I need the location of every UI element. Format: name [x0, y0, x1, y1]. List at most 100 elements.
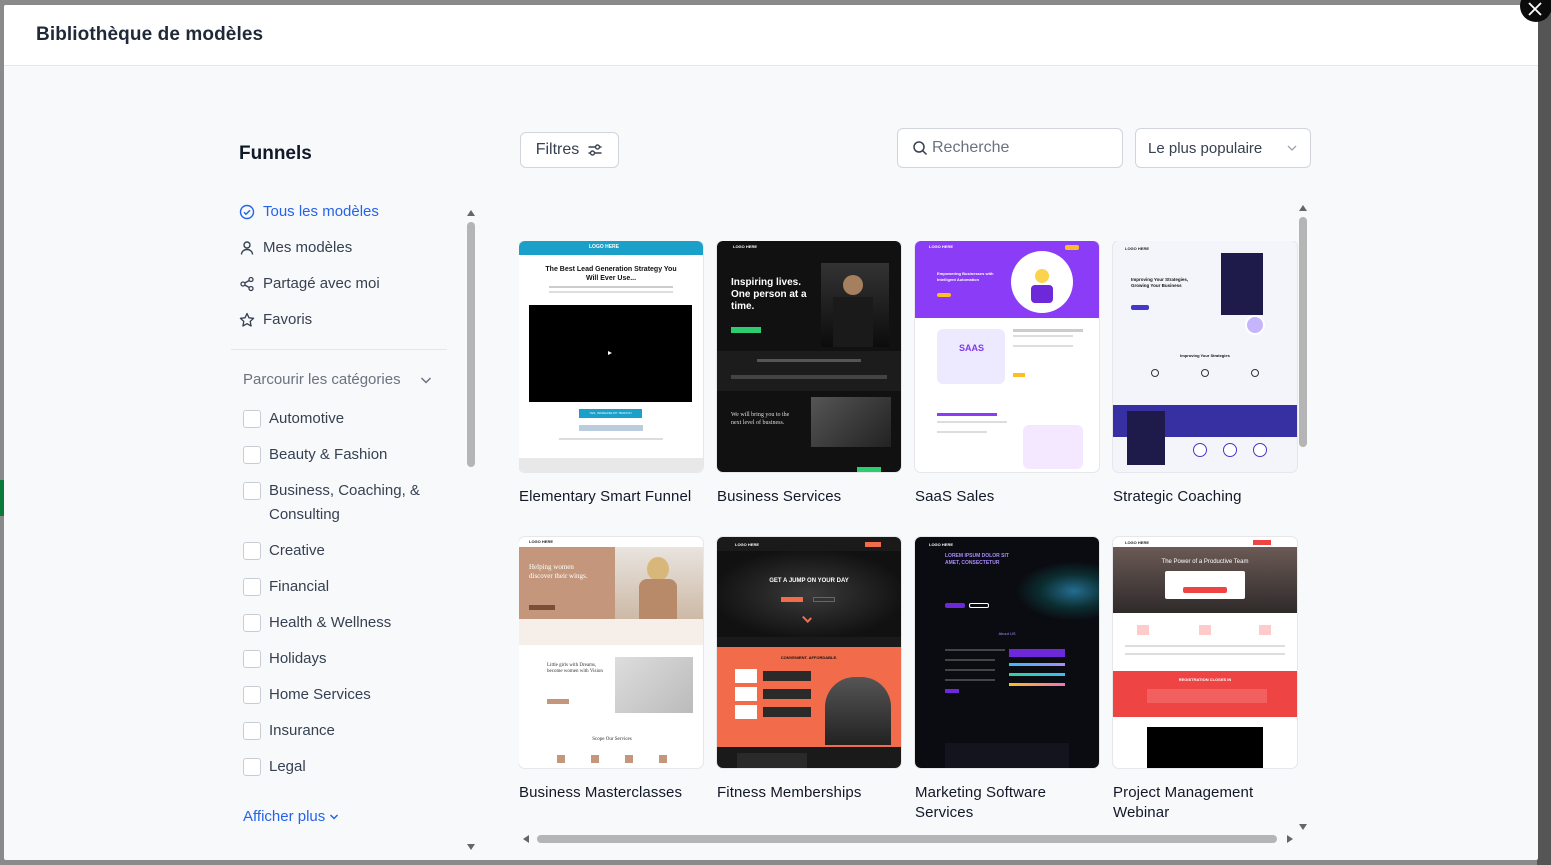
template-card-marketing-software-services[interactable]: LOGO HERE LOREM IPSUM DOLOR SIT AMET, CO…	[915, 537, 1099, 823]
category-home-services: Home Services	[243, 683, 443, 707]
play-icon	[608, 351, 612, 355]
category-checkbox[interactable]	[243, 650, 261, 668]
category-label: Home Services	[269, 686, 371, 703]
nav-favorites[interactable]: Favoris	[239, 311, 312, 328]
thumb-register-box	[1165, 571, 1245, 599]
thumb-line	[945, 649, 1005, 651]
scroll-down-arrow[interactable]	[1299, 824, 1307, 830]
thumb-badge: SAAS	[959, 343, 985, 353]
category-checkbox[interactable]	[243, 686, 261, 704]
thumb-button	[529, 605, 555, 610]
thumb-line	[937, 413, 997, 416]
category-checkbox[interactable]	[243, 722, 261, 740]
show-more-link[interactable]: Afficher plus	[243, 808, 339, 825]
category-label: Creative	[269, 542, 325, 559]
nav-my-templates[interactable]: Mes modèles	[239, 239, 352, 256]
thumb-button	[731, 327, 761, 333]
thumb-woman-photo	[615, 547, 703, 619]
scroll-left-arrow[interactable]	[523, 835, 529, 843]
template-thumbnail: LOGO HERE The Best Lead Generation Strat…	[519, 241, 703, 472]
thumb-button	[937, 293, 951, 297]
thumb-chart-graphic	[1023, 425, 1083, 469]
category-checkbox[interactable]	[243, 614, 261, 632]
category-checkbox[interactable]	[243, 410, 261, 428]
category-financial: Financial	[243, 575, 443, 599]
category-label: Health & Wellness	[269, 614, 392, 631]
category-checkbox[interactable]	[243, 578, 261, 596]
thumb-avatar	[1245, 315, 1265, 335]
thumb-logo: LOGO HERE	[733, 244, 758, 249]
thumb-video	[1147, 727, 1263, 768]
template-name: Project Management Webinar	[1113, 784, 1254, 821]
thumb-headline: GET A JUMP ON YOUR DAY	[769, 578, 849, 584]
template-card-business-masterclasses[interactable]: LOGO HERE Helping women discover their w…	[519, 537, 703, 803]
thumb-button	[857, 467, 881, 472]
category-checkbox[interactable]	[243, 758, 261, 776]
template-card-fitness-memberships[interactable]: LOGO HERE GET A JUMP ON YOUR DAY CONVENI…	[717, 537, 901, 803]
thumb-logo: LOGO HERE	[1125, 540, 1150, 545]
category-health-wellness: Health & Wellness	[243, 611, 443, 635]
user-icon	[240, 240, 254, 255]
thumb-section-title: REGISTRATION CLOSES IN	[1178, 677, 1232, 682]
modal-title: Bibliothèque de modèles	[36, 24, 264, 45]
template-card-strategic-coaching[interactable]: LOGO HERE Improving Your Strategies, Gro…	[1113, 241, 1297, 507]
search-field[interactable]	[897, 128, 1123, 168]
template-name: SaaS Sales	[915, 488, 995, 505]
thumb-line	[1013, 335, 1073, 337]
template-name: Business Masterclasses	[519, 784, 683, 801]
nav-shared-with-me[interactable]: Partagé avec moi	[239, 275, 380, 292]
thumb-subline: CONVENIENT. AFFORDABLE.	[780, 655, 838, 660]
scroll-up-arrow[interactable]	[467, 210, 475, 216]
scrollbar-thumb[interactable]	[467, 222, 475, 467]
template-grid: LOGO HERE The Best Lead Generation Strat…	[519, 241, 1299, 841]
category-checkbox[interactable]	[243, 446, 261, 464]
thumb-feature-icon	[1199, 625, 1211, 635]
chevron-down-icon	[420, 376, 431, 384]
template-card-project-management-webinar[interactable]: LOGO HERE The Power of a Productive Team…	[1113, 537, 1297, 823]
category-checkbox[interactable]	[243, 542, 261, 560]
thumb-progress	[1009, 663, 1065, 666]
category-checkbox[interactable]	[243, 482, 261, 500]
grid-vertical-scrollbar[interactable]	[1299, 205, 1309, 830]
thumb-line	[1013, 345, 1073, 347]
thumb-circle	[1223, 443, 1237, 457]
thumb-button	[1131, 305, 1149, 310]
thumb-cards	[579, 425, 643, 431]
thumb-circle	[1193, 443, 1207, 457]
modal-header: Bibliothèque de modèles	[4, 5, 1538, 66]
scrollbar-thumb[interactable]	[537, 835, 1277, 843]
template-card-business-services[interactable]: LOGO HERE Inspiring lives. One person at…	[717, 241, 901, 507]
template-card-elementary-smart-funnel[interactable]: LOGO HERE The Best Lead Generation Strat…	[519, 241, 703, 507]
nav-all-templates[interactable]: Tous les modèles	[239, 203, 379, 220]
categories-toggle[interactable]: Parcourir les catégories	[243, 371, 433, 388]
chevron-down-icon	[330, 813, 339, 820]
thumb-button	[865, 542, 881, 547]
filters-button[interactable]: Filtres	[520, 132, 619, 168]
scroll-right-arrow[interactable]	[1287, 835, 1293, 843]
thumb-feature-icon	[1151, 369, 1159, 377]
chevron-down-icon	[1287, 145, 1297, 151]
search-input[interactable]	[932, 139, 1112, 157]
thumb-book	[1221, 253, 1263, 315]
thumb-button	[813, 597, 835, 602]
thumb-line	[937, 431, 987, 433]
grid-horizontal-scrollbar[interactable]	[523, 833, 1293, 845]
scroll-up-arrow[interactable]	[1299, 205, 1307, 211]
check-circle-icon	[239, 204, 255, 219]
template-card-saas-sales[interactable]: LOGO HERE Empowering Businesses with Int…	[915, 241, 1099, 507]
sidebar-scrollbar[interactable]	[467, 210, 477, 850]
thumb-line	[559, 438, 663, 440]
thumb-service-icon	[557, 755, 565, 763]
scrollbar-thumb[interactable]	[1299, 217, 1307, 447]
thumb-line	[1125, 653, 1285, 655]
thumb-headline: Empowering Businesses with Intelligent A…	[937, 271, 994, 282]
category-label: Beauty & Fashion	[269, 446, 388, 463]
template-thumbnail: LOGO HERE Inspiring lives. One person at…	[717, 241, 901, 472]
template-name: Elementary Smart Funnel	[519, 488, 692, 505]
scroll-down-arrow[interactable]	[467, 844, 475, 850]
thumb-logo: LOGO HERE	[735, 542, 760, 547]
categories-header: Parcourir les catégories	[243, 371, 401, 388]
thumb-photo	[737, 753, 807, 768]
sort-select[interactable]: Le plus populaire	[1135, 128, 1311, 168]
template-thumbnail: LOGO HERE Improving Your Strategies, Gro…	[1113, 241, 1297, 472]
